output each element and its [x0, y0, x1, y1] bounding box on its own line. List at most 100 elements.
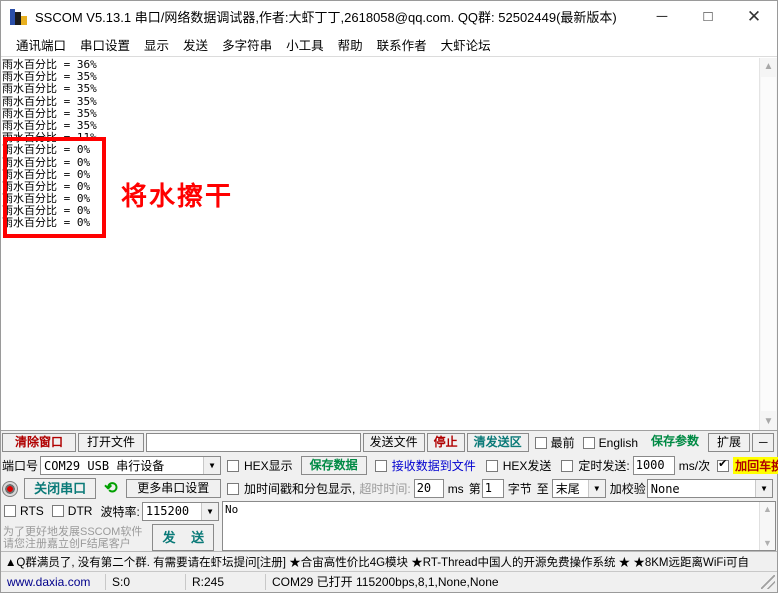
toolbar-row: 清除窗口 打开文件 发送文件 停止 清发送区 最前 English 保存参数 扩… — [1, 431, 777, 454]
menu-item-help[interactable]: 帮助 — [331, 33, 370, 56]
timeout-input[interactable]: 20 — [413, 479, 444, 498]
menu-item-multistring[interactable]: 多字符串 — [215, 33, 279, 56]
receive-line: 雨水百分比 = 35% — [2, 94, 97, 108]
checksum-select[interactable]: None ▼ — [646, 479, 773, 498]
extend-button[interactable]: 扩展 — [708, 433, 750, 452]
status-bar: www.daxia.com S:0 R:245 COM29 已打开 115200… — [1, 571, 777, 592]
byte-unit-label: 字节 — [507, 482, 532, 496]
dtr-label: DTR — [67, 504, 93, 518]
stop-button[interactable]: 停止 — [426, 433, 465, 452]
chevron-down-icon[interactable]: ▼ — [755, 480, 772, 497]
app-icon — [10, 8, 28, 26]
send-textarea-scrollbar[interactable]: ▲ ▼ — [759, 502, 775, 550]
receive-line: 雨水百分比 = 0% — [2, 143, 91, 157]
send-textarea-value: No — [225, 503, 239, 516]
receive-line: 雨水百分比 = 0% — [2, 216, 91, 230]
crlf-label: 加回车换行 — [733, 457, 778, 474]
open-file-button[interactable]: 打开文件 — [78, 433, 144, 452]
close-icon[interactable]: ✕ — [731, 1, 777, 32]
port-status-led-icon[interactable] — [2, 480, 18, 497]
maximize-icon[interactable]: □ — [685, 1, 731, 32]
save-params-button[interactable]: 保存参数 — [644, 433, 706, 452]
timestamp-checkbox[interactable] — [227, 482, 239, 495]
byte-prefix-label: 第 — [468, 482, 481, 496]
dtr-checkbox[interactable] — [51, 505, 64, 517]
topmost-checkbox[interactable] — [534, 436, 547, 449]
receive-text: 雨水百分比 = 36% 雨水百分比 = 35% 雨水百分比 = 35% 雨水百分比 =… — [1, 58, 759, 430]
byte-end-select[interactable]: 末尾 ▼ — [551, 479, 606, 498]
annotation-label: 将水擦干 — [121, 182, 234, 212]
receive-scrollbar[interactable]: ▲ ▼ — [759, 58, 777, 430]
english-label: English — [598, 435, 638, 450]
receive-area[interactable]: 雨水百分比 = 36% 雨水百分比 = 35% 雨水百分比 = 35% 雨水百分比 =… — [1, 57, 777, 430]
menu-item-forum[interactable]: 大虾论坛 — [434, 33, 498, 56]
connection-status: COM29 已打开 115200bps,8,1,None,None — [272, 575, 499, 589]
baud-value: 115200 — [145, 504, 190, 518]
interval-unit-label: ms/次 — [678, 459, 711, 473]
menu-item-comm-port[interactable]: 通讯端口 — [9, 33, 73, 56]
timed-send-label: 定时发送: — [578, 459, 630, 473]
clear-send-button[interactable]: 清发送区 — [466, 433, 529, 452]
chevron-down-icon[interactable]: ▼ — [587, 480, 605, 497]
baud-select[interactable]: 115200 ▼ — [141, 501, 219, 521]
timeout-unit-label: ms — [447, 481, 464, 496]
more-port-settings-button[interactable]: 更多串口设置 — [125, 479, 221, 498]
menu-item-contact[interactable]: 联系作者 — [370, 33, 434, 56]
refresh-icon[interactable]: ⟲ — [104, 480, 117, 497]
file-path-input[interactable] — [146, 433, 361, 452]
recv-to-file-label: 接收数据到文件 — [391, 459, 476, 473]
timed-send-checkbox[interactable] — [561, 459, 574, 472]
website-link[interactable]: www.daxia.com — [1, 574, 106, 590]
sscom-window: SSCOM V5.13.1 串口/网络数据调试器,作者:大虾丁丁,2618058… — [0, 0, 778, 593]
received-counter: R:245 — [186, 574, 266, 590]
chevron-down-icon[interactable]: ▼ — [201, 502, 218, 520]
menu-item-send[interactable]: 发送 — [176, 33, 215, 56]
menu-item-port-config[interactable]: 串口设置 — [73, 33, 137, 56]
minimize-icon[interactable]: ─ — [639, 1, 685, 32]
ad-bar[interactable]: ▲Q群满员了, 没有第二个群. 有需要请在虾坛提问[注册] ★合宙高性价比4G模… — [1, 551, 777, 571]
port-select[interactable]: COM29 USB 串行设备 ▼ — [40, 456, 221, 475]
control-panel: 清除窗口 打开文件 发送文件 停止 清发送区 最前 English 保存参数 扩… — [1, 430, 778, 551]
hex-display-label: HEX显示 — [244, 459, 293, 473]
scroll-thumb[interactable] — [761, 77, 776, 411]
english-checkbox[interactable] — [582, 436, 595, 449]
receive-line: 雨水百分比 = 35% — [2, 106, 97, 120]
scroll-up-icon[interactable]: ▲ — [760, 504, 775, 514]
baud-label: 波特率: — [100, 504, 140, 519]
send-textarea[interactable]: No ▲ ▼ — [222, 501, 776, 551]
receive-line: 雨水百分比 = 11% — [2, 131, 97, 145]
receive-line: 雨水百分比 = 35% — [2, 82, 97, 96]
scroll-down-icon[interactable]: ▼ — [760, 413, 777, 430]
receive-line: 雨水百分比 = 0% — [2, 179, 91, 193]
receive-line: 雨水百分比 = 36% — [2, 58, 97, 71]
chevron-down-icon[interactable]: ▼ — [203, 457, 220, 474]
receive-line: 雨水百分比 = 0% — [2, 192, 91, 206]
window-controls: ─ □ ✕ — [639, 1, 777, 32]
interval-input[interactable]: 1000 — [632, 456, 675, 475]
byte-index-input[interactable]: 1 — [481, 479, 504, 498]
byte-to-label: 至 — [536, 482, 549, 496]
rts-checkbox[interactable] — [4, 505, 16, 517]
recv-to-file-checkbox[interactable] — [374, 459, 387, 472]
send-file-button[interactable]: 发送文件 — [362, 433, 425, 452]
menu-bar: 通讯端口 串口设置 显示 发送 多字符串 小工具 帮助 联系作者 大虾论坛 — [1, 33, 777, 57]
collapse-button[interactable]: ─ — [752, 433, 774, 452]
crlf-checkbox[interactable] — [717, 458, 730, 472]
menu-item-display[interactable]: 显示 — [137, 33, 176, 56]
hex-send-label: HEX发送 — [502, 459, 552, 473]
port-and-recv-row: 端口号 COM29 USB 串行设备 ▼ HEX显示 保存数据 接收数据到文件 … — [1, 454, 778, 477]
hex-display-checkbox[interactable] — [227, 459, 239, 472]
save-data-button[interactable]: 保存数据 — [300, 456, 367, 475]
port-actions-row: 关闭串口 ⟲ 更多串口设置 加时间戳和分包显示, 超时时间: 20 ms 第 1… — [1, 477, 777, 500]
resize-grip-icon[interactable] — [761, 575, 775, 589]
clear-window-button[interactable]: 清除窗口 — [2, 433, 76, 452]
menu-item-tools[interactable]: 小工具 — [279, 33, 331, 56]
receive-line: 雨水百分比 = 35% — [2, 118, 97, 132]
hex-send-checkbox[interactable] — [485, 459, 498, 472]
register-note-line1: 为了更好地发展SSCOM软件 — [3, 525, 143, 538]
port-select-value: COM29 USB 串行设备 — [44, 459, 165, 473]
scroll-down-icon[interactable]: ▼ — [760, 538, 775, 548]
close-port-button[interactable]: 关闭串口 — [24, 478, 97, 499]
send-button[interactable]: 发 送 — [152, 524, 215, 551]
scroll-up-icon[interactable]: ▲ — [760, 58, 777, 75]
